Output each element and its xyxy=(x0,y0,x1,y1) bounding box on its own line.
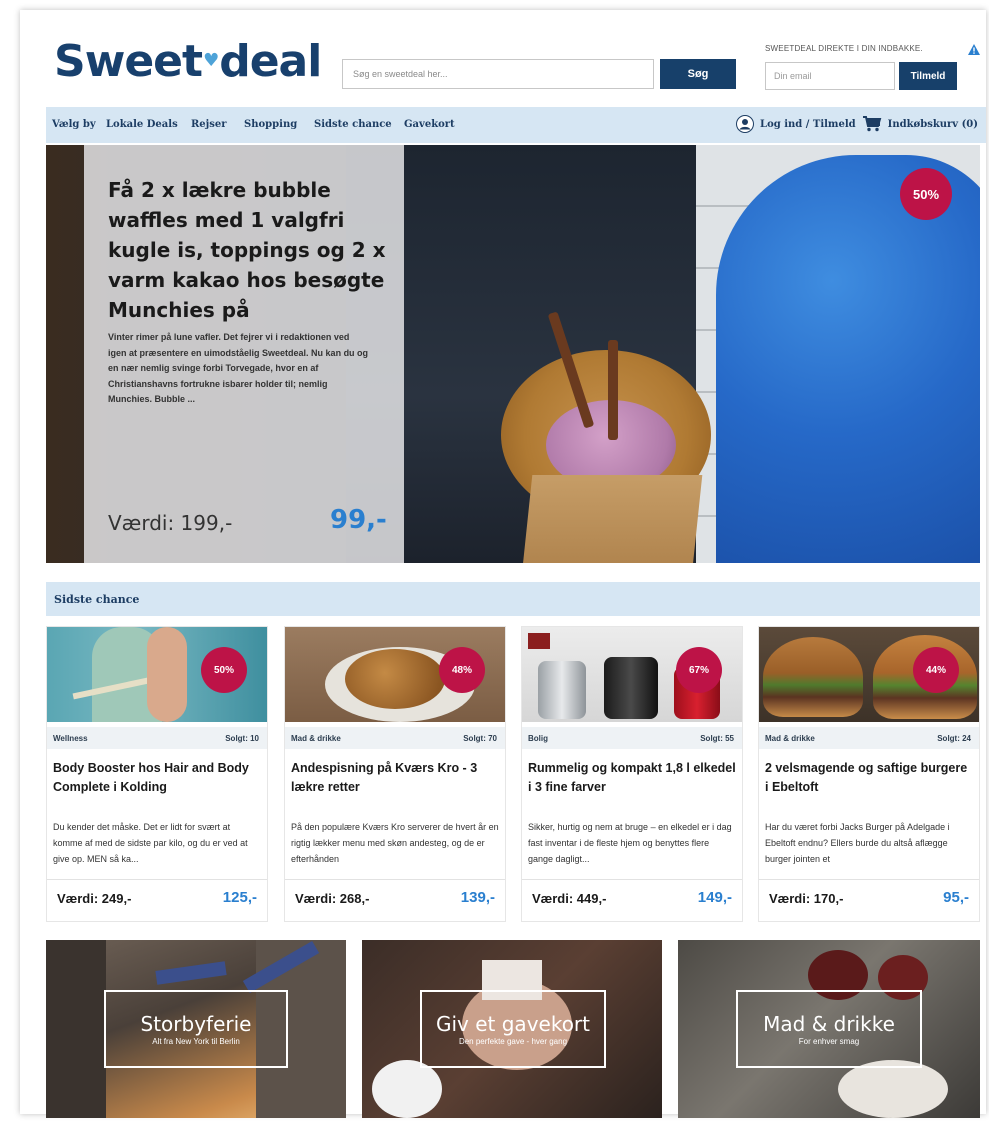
login-link[interactable]: Log ind / Tilmeld xyxy=(760,119,856,130)
nav-item-gift-card[interactable]: Gavekort xyxy=(404,119,455,130)
heart-icon: ♥ xyxy=(203,49,219,71)
nav-item-shopping[interactable]: Shopping xyxy=(244,119,297,130)
nav-item-travel[interactable]: Rejser xyxy=(191,119,227,130)
deal-card[interactable]: 50% Wellness Solgt: 10 Body Booster hos … xyxy=(46,626,268,922)
email-field[interactable]: Din email xyxy=(765,62,895,90)
divider xyxy=(522,879,742,880)
hero-blue-costume xyxy=(716,155,980,563)
sweetdeal-logo[interactable]: Sweet♥deal xyxy=(54,36,322,87)
deal-card[interactable]: 67% Bolig Solgt: 55 Rummelig og kompakt … xyxy=(521,626,743,922)
deal-price: 95,- xyxy=(943,889,969,906)
deal-sold-count: Solgt: 55 xyxy=(700,734,734,743)
deal-meta: Mad & drikke Solgt: 70 xyxy=(285,727,505,749)
category-tile-gift-card[interactable]: Giv et gavekort Den perfekte gave - hver… xyxy=(362,940,662,1118)
deal-title[interactable]: Andespisning på Kværs Kro - 3 lækre rett… xyxy=(291,759,499,797)
tile-subtitle: For enhver smag xyxy=(798,1037,860,1046)
section-title: Sidste chance xyxy=(54,593,140,606)
divider xyxy=(759,879,979,880)
hero-title[interactable]: Få 2 x lækre bubble waffles med 1 valgfr… xyxy=(108,175,388,325)
deal-meta: Bolig Solgt: 55 xyxy=(522,727,742,749)
category-tile-city-break[interactable]: Storbyferie Alt fra New York til Berlin xyxy=(46,940,346,1118)
deal-category: Wellness xyxy=(53,734,88,743)
hero-price: 99,- xyxy=(330,505,387,535)
hero-cone xyxy=(519,475,703,563)
nav-item-local-deals[interactable]: Lokale Deals xyxy=(106,119,178,130)
newsletter-label: SWEETDEAL DIREKTE I DIN INDBAKKE. xyxy=(765,44,923,53)
warning-icon xyxy=(968,44,980,55)
deal-sold-count: Solgt: 70 xyxy=(463,734,497,743)
discount-badge: 67% xyxy=(676,647,722,693)
main-nav: Vælg by Lokale Deals Rejser Shopping Sid… xyxy=(46,107,986,143)
deal-meta: Wellness Solgt: 10 xyxy=(47,727,267,749)
divider xyxy=(285,879,505,880)
cart-icon[interactable] xyxy=(862,116,882,132)
deal-title[interactable]: Rummelig og kompakt 1,8 l elkedel i 3 fi… xyxy=(528,759,736,797)
page-content: Sweet♥deal Søg en sweetdeal her... Søg S… xyxy=(46,10,986,1118)
deal-description: På den populære Kværs Kro serverer de hv… xyxy=(291,822,499,864)
deal-meta: Mad & drikke Solgt: 24 xyxy=(759,727,979,749)
nav-item-choose-city[interactable]: Vælg by xyxy=(52,119,96,130)
deal-card[interactable]: 48% Mad & drikke Solgt: 70 Andespisning … xyxy=(284,626,506,922)
deal-category: Mad & drikke xyxy=(765,734,815,743)
tile-subtitle: Den perfekte gave - hver gang xyxy=(458,1037,568,1046)
nav-item-last-chance[interactable]: Sidste chance xyxy=(314,119,392,130)
search-button[interactable]: Søg xyxy=(660,59,736,89)
deal-original-value: Værdi: 449,- xyxy=(532,891,607,906)
tile-label-box: Giv et gavekort Den perfekte gave - hver… xyxy=(420,990,606,1068)
discount-badge: 50% xyxy=(201,647,247,693)
deal-original-value: Værdi: 170,- xyxy=(769,891,844,906)
deal-category: Mad & drikke xyxy=(291,734,341,743)
deal-description: Har du været forbi Jacks Burger på Adelg… xyxy=(765,822,950,864)
discount-badge: 48% xyxy=(439,647,485,693)
deal-description: Du kender det måske. Det er lidt for svæ… xyxy=(53,822,248,864)
page-frame: Sweet♥deal Søg en sweetdeal her... Søg S… xyxy=(20,10,986,1118)
subscribe-button[interactable]: Tilmeld xyxy=(899,62,957,90)
tile-label-box: Mad & drikke For enhver smag xyxy=(736,990,922,1068)
hero-original-value: Værdi: 199,- xyxy=(108,511,233,535)
deal-price: 149,- xyxy=(697,889,732,906)
user-icon[interactable] xyxy=(736,115,755,133)
discount-badge: 50% xyxy=(900,168,952,220)
account-area: Log ind / Tilmeld Indkøbskurv (0) xyxy=(736,115,978,133)
category-tile-food-drink[interactable]: Mad & drikke For enhver smag xyxy=(678,940,980,1118)
deal-sold-count: Solgt: 10 xyxy=(225,734,259,743)
tile-subtitle: Alt fra New York til Berlin xyxy=(152,1037,240,1046)
deal-title[interactable]: Body Booster hos Hair and Body Complete … xyxy=(53,759,261,797)
hero-description: Vinter rimer på lune vafler. Det fejrer … xyxy=(108,332,369,404)
deal-original-value: Værdi: 268,- xyxy=(295,891,370,906)
section-heading: Sidste chance xyxy=(46,582,980,616)
hero-chocolate-stick xyxy=(608,340,618,440)
discount-badge: 44% xyxy=(913,647,959,693)
tile-label-box: Storbyferie Alt fra New York til Berlin xyxy=(104,990,288,1068)
cart-link[interactable]: Indkøbskurv (0) xyxy=(888,119,978,130)
deal-description: Sikker, hurtig og nem at bruge – en elke… xyxy=(528,822,732,864)
featured-deal-banner[interactable]: Få 2 x lækre bubble waffles med 1 valgfr… xyxy=(46,145,980,563)
search-input[interactable]: Søg en sweetdeal her... xyxy=(342,59,654,89)
deal-sold-count: Solgt: 24 xyxy=(937,734,971,743)
deal-title[interactable]: 2 velsmagende og saftige burgere i Ebelt… xyxy=(765,759,973,797)
tile-title: Mad & drikke xyxy=(763,1012,895,1036)
deal-original-value: Værdi: 249,- xyxy=(57,891,132,906)
deal-card[interactable]: 44% Mad & drikke Solgt: 24 2 velsmagende… xyxy=(758,626,980,922)
deal-category: Bolig xyxy=(528,734,548,743)
deal-price: 125,- xyxy=(222,889,257,906)
divider xyxy=(47,879,267,880)
deal-price: 139,- xyxy=(460,889,495,906)
tile-title: Giv et gavekort xyxy=(435,1012,590,1036)
tile-title: Storbyferie xyxy=(140,1012,252,1036)
